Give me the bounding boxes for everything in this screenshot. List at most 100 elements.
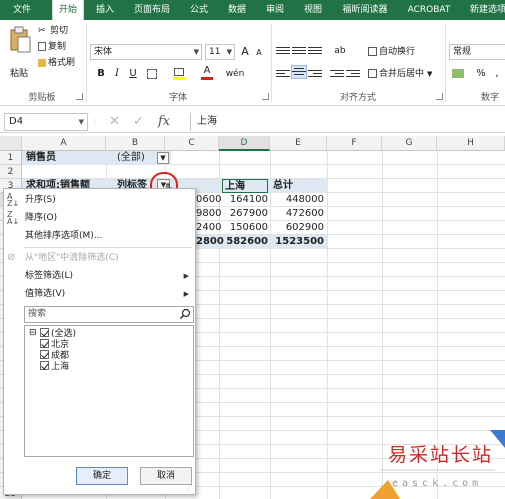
tab-view[interactable]: 视图 (298, 0, 328, 20)
pivot-value[interactable]: 267900 (219, 207, 268, 221)
list-item[interactable]: 成都 (40, 350, 69, 361)
underline-button[interactable]: U (126, 67, 140, 81)
tab-acrobat[interactable]: ACROBAT (400, 0, 458, 20)
label-filter-item[interactable]: 标签筛选(L) ▶ (4, 267, 195, 285)
cancel-icon[interactable]: ✕ (109, 113, 120, 131)
pivot-value[interactable]: 150600 (219, 221, 268, 235)
filter-values-list[interactable]: ⊟ (全选) 北京 成都 上海 (24, 325, 194, 457)
comma-style-button[interactable]: , (490, 67, 504, 81)
percent-button[interactable]: % (474, 67, 488, 81)
orientation-button[interactable]: ab (330, 44, 350, 58)
increase-indent-icon[interactable] (346, 68, 360, 80)
font-launcher-icon[interactable] (262, 93, 269, 100)
cancel-button[interactable]: 取消 (140, 467, 192, 485)
insert-function-button[interactable]: fx (158, 114, 170, 129)
tab-review[interactable]: 审阅 (260, 0, 290, 20)
pivot-value[interactable]: 472600 (270, 207, 324, 221)
decrease-indent-icon[interactable] (330, 68, 344, 80)
font-name-select[interactable]: 宋体 ▼ (90, 44, 202, 60)
fill-color-button[interactable] (172, 67, 186, 81)
cut-button[interactable]: ✂ 剪切 (38, 24, 68, 38)
format-painter-button[interactable]: 格式刷 (38, 56, 75, 70)
active-cell[interactable]: 上海 (222, 179, 268, 193)
chevron-down-icon: ▼ (160, 154, 166, 162)
shrink-font-button[interactable]: A (252, 46, 266, 60)
formula-bar: D4 ▼ ⋮ ✕ ✓ fx 上海 (0, 111, 505, 133)
tab-page-layout[interactable]: 页面布局 (128, 0, 176, 20)
tab-foxit-reader[interactable]: 福昕阅读器 (336, 0, 394, 20)
value-filter-item[interactable]: 值筛选(V) ▶ (4, 285, 195, 303)
sort-ascending-item[interactable]: A Z↓ 升序(S) (4, 191, 195, 209)
drag-handle-icon[interactable]: ⋮ (93, 113, 99, 131)
align-bottom-icon[interactable] (308, 45, 322, 57)
phonetic-button[interactable]: wén (224, 67, 246, 81)
currency-button[interactable] (450, 67, 470, 81)
pivot-grand-total[interactable]: 1523500 (270, 235, 324, 249)
column-header-selected[interactable]: D (219, 136, 270, 151)
tab-formulas[interactable]: 公式 (184, 0, 214, 20)
pivot-total-header[interactable]: 总计 (273, 179, 293, 193)
wrap-text-button[interactable]: 自动换行 (368, 45, 415, 59)
clipboard-launcher-icon[interactable] (76, 93, 83, 100)
italic-button[interactable]: I (110, 67, 124, 81)
grow-font-button[interactable]: A (238, 45, 252, 59)
search-icon (179, 308, 191, 320)
pivot-grand-total[interactable]: 2800 (196, 235, 224, 249)
resize-grip-icon[interactable]: ⋰ (186, 484, 193, 492)
pivot-value[interactable]: 2400 (196, 221, 221, 235)
row-header[interactable]: 1 (0, 151, 22, 165)
menu-separator (24, 247, 192, 248)
borders-button[interactable] (146, 67, 158, 81)
copy-button[interactable]: 复制 (38, 40, 66, 54)
column-header[interactable]: H (437, 136, 505, 151)
paste-button[interactable]: 粘贴 (6, 24, 34, 82)
alignment-launcher-icon[interactable] (436, 93, 443, 100)
pivot-value[interactable]: 0600 (196, 193, 221, 207)
ribbon: 粘贴 ✂ 剪切 复制 格式刷 剪贴板 宋体 ▼ 11 ▼ A A B I U A wé… (0, 20, 505, 106)
pivot-filter-label[interactable]: 销售员 (26, 151, 56, 165)
align-right-icon[interactable] (308, 68, 322, 80)
column-header[interactable]: B (106, 136, 165, 151)
number-format-select[interactable]: 常规 (449, 44, 505, 60)
column-header[interactable]: A (22, 136, 106, 151)
confirm-icon[interactable]: ✓ (133, 113, 144, 131)
pivot-grand-total[interactable]: 582600 (219, 235, 268, 249)
tree-expander-icon[interactable]: ⊟ (29, 328, 37, 339)
column-header[interactable]: F (327, 136, 382, 151)
pivot-value[interactable]: 448000 (270, 193, 324, 207)
pivot-filter-value[interactable]: (全部) (117, 151, 145, 165)
row-header[interactable]: 2 (0, 165, 22, 179)
column-header[interactable]: E (270, 136, 327, 151)
pivot-value[interactable]: 602900 (270, 221, 324, 235)
bold-button[interactable]: B (94, 67, 108, 81)
list-item[interactable]: 北京 (40, 339, 69, 350)
tab-file[interactable]: 文件 (0, 0, 44, 20)
column-header[interactable]: C (165, 136, 219, 151)
font-color-button[interactable]: A (200, 65, 214, 80)
tab-data[interactable]: 数据 (222, 0, 252, 20)
tab-new-options[interactable]: 新建选项 (464, 0, 505, 20)
sort-descending-item[interactable]: Z A↓ 降序(O) (4, 209, 195, 227)
select-all-checkbox[interactable]: (全选) (40, 328, 76, 339)
name-box[interactable]: D4 ▼ (4, 113, 88, 131)
tab-insert[interactable]: 插入 (90, 0, 120, 20)
tab-home[interactable]: 开始 (52, 0, 84, 20)
borders-icon (147, 69, 157, 79)
pivot-value[interactable]: 9800 (196, 207, 221, 221)
font-size-select[interactable]: 11 ▼ (205, 44, 235, 60)
pivot-value[interactable]: 164100 (219, 193, 268, 207)
align-center-icon[interactable] (291, 65, 307, 79)
align-middle-icon[interactable] (292, 45, 306, 57)
font-color-letter: A (203, 65, 211, 76)
more-sort-options-item[interactable]: 其他排序选项(M)... (4, 227, 195, 245)
align-top-icon[interactable] (276, 45, 290, 57)
column-header[interactable]: G (382, 136, 437, 151)
search-input[interactable]: 搜索 (24, 306, 194, 323)
align-left-icon[interactable] (276, 68, 290, 80)
formula-input[interactable]: 上海 (190, 113, 502, 131)
ok-button[interactable]: 确定 (76, 467, 128, 485)
select-all-corner[interactable] (0, 136, 22, 151)
report-filter-dropdown-button[interactable]: ▼ (157, 152, 169, 164)
list-item[interactable]: 上海 (40, 361, 69, 372)
merge-center-button[interactable]: 合并后居中 ▼ (368, 67, 432, 81)
